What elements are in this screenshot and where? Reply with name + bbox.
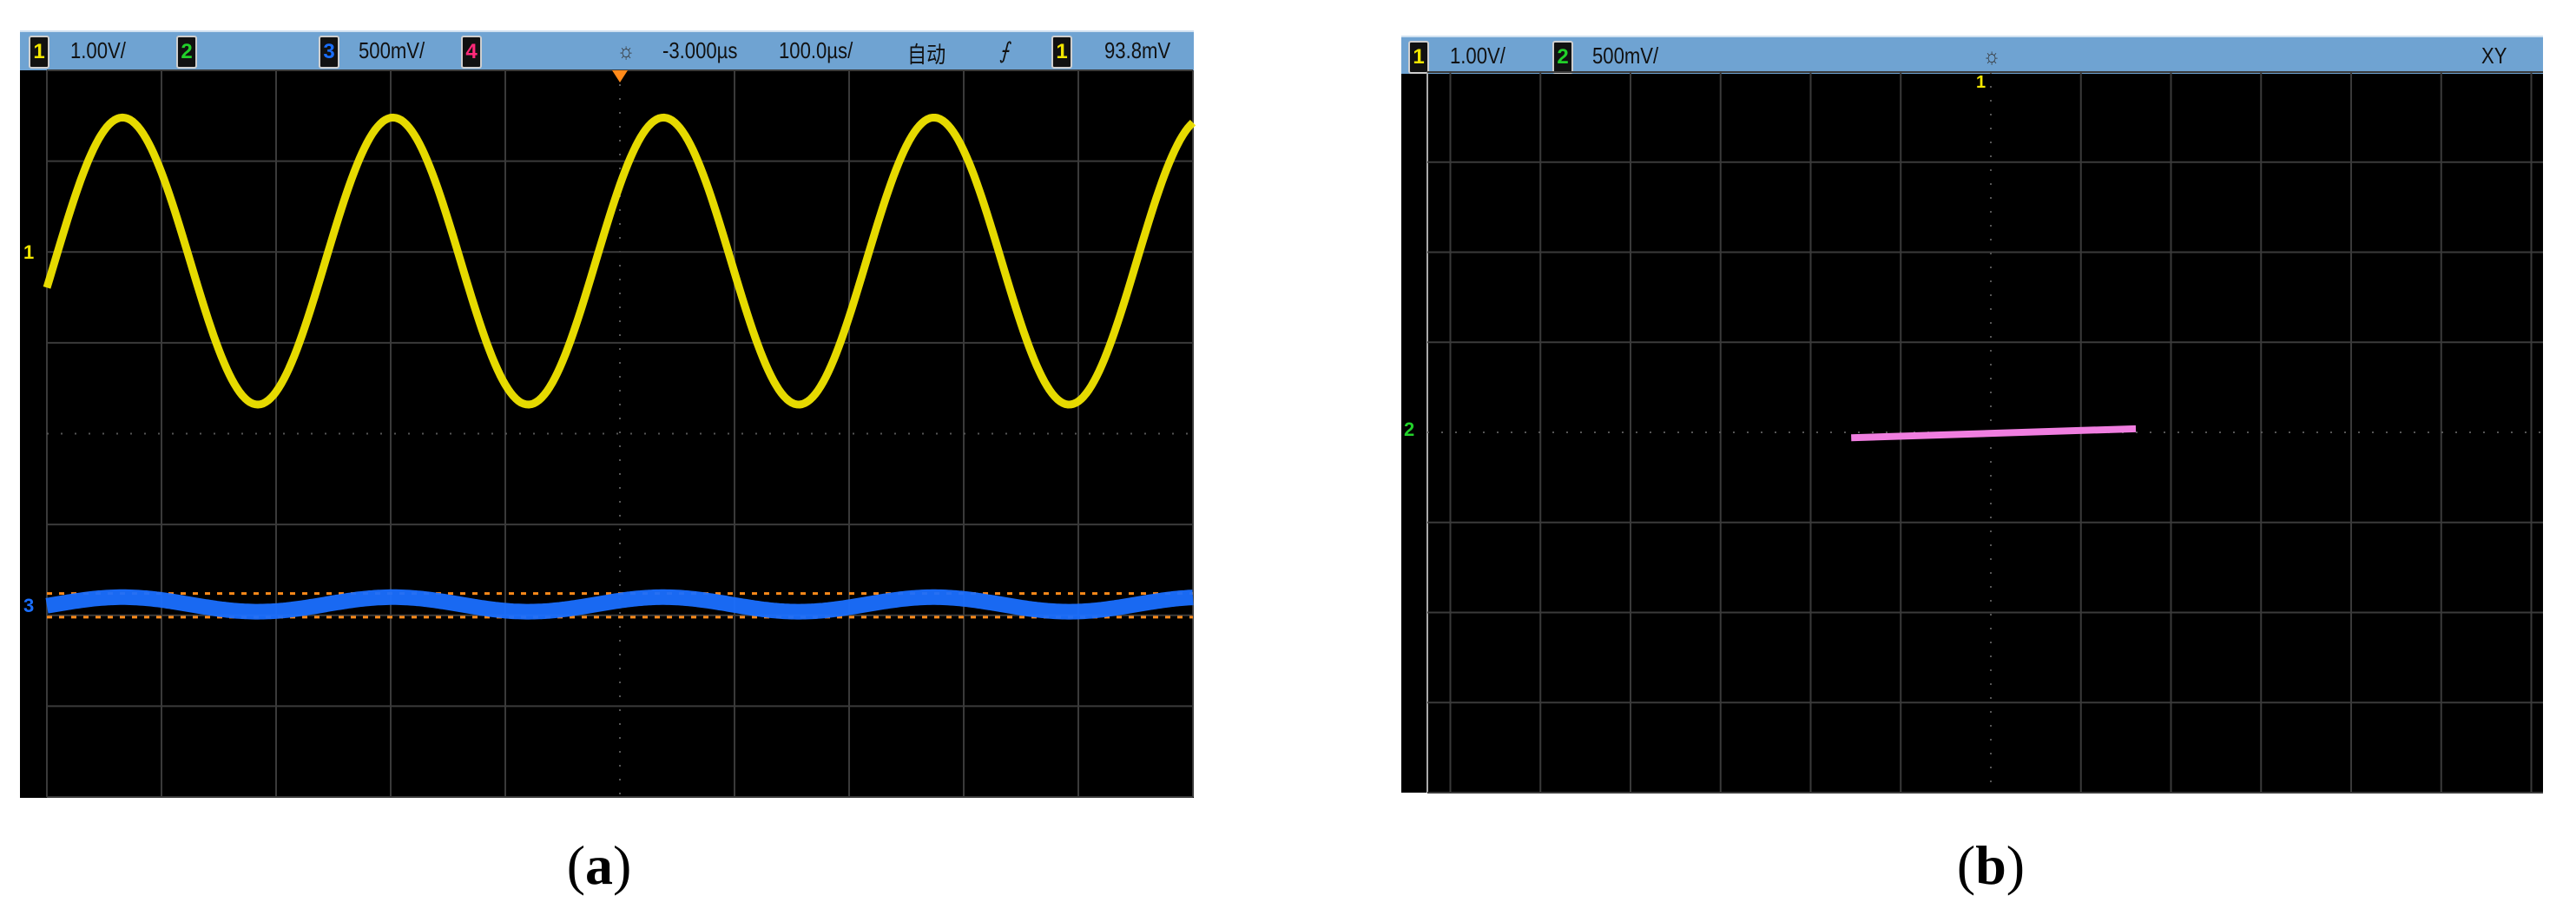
ch2-ground-marker[interactable]: 2 — [1404, 418, 1414, 441]
waveform-plot — [42, 69, 2543, 798]
ch3-ground-marker[interactable]: 3 — [23, 595, 34, 617]
trace-ch3 — [42, 589, 1198, 620]
caption-a: (a) — [566, 834, 632, 896]
trace-xy — [1851, 425, 2137, 442]
ch1-ground-marker[interactable]: 1 — [23, 241, 34, 264]
ch1-position-marker[interactable]: 1 — [1976, 73, 1986, 93]
caption-b: (b) — [1956, 834, 2026, 896]
trigger-position-marker — [612, 70, 628, 82]
